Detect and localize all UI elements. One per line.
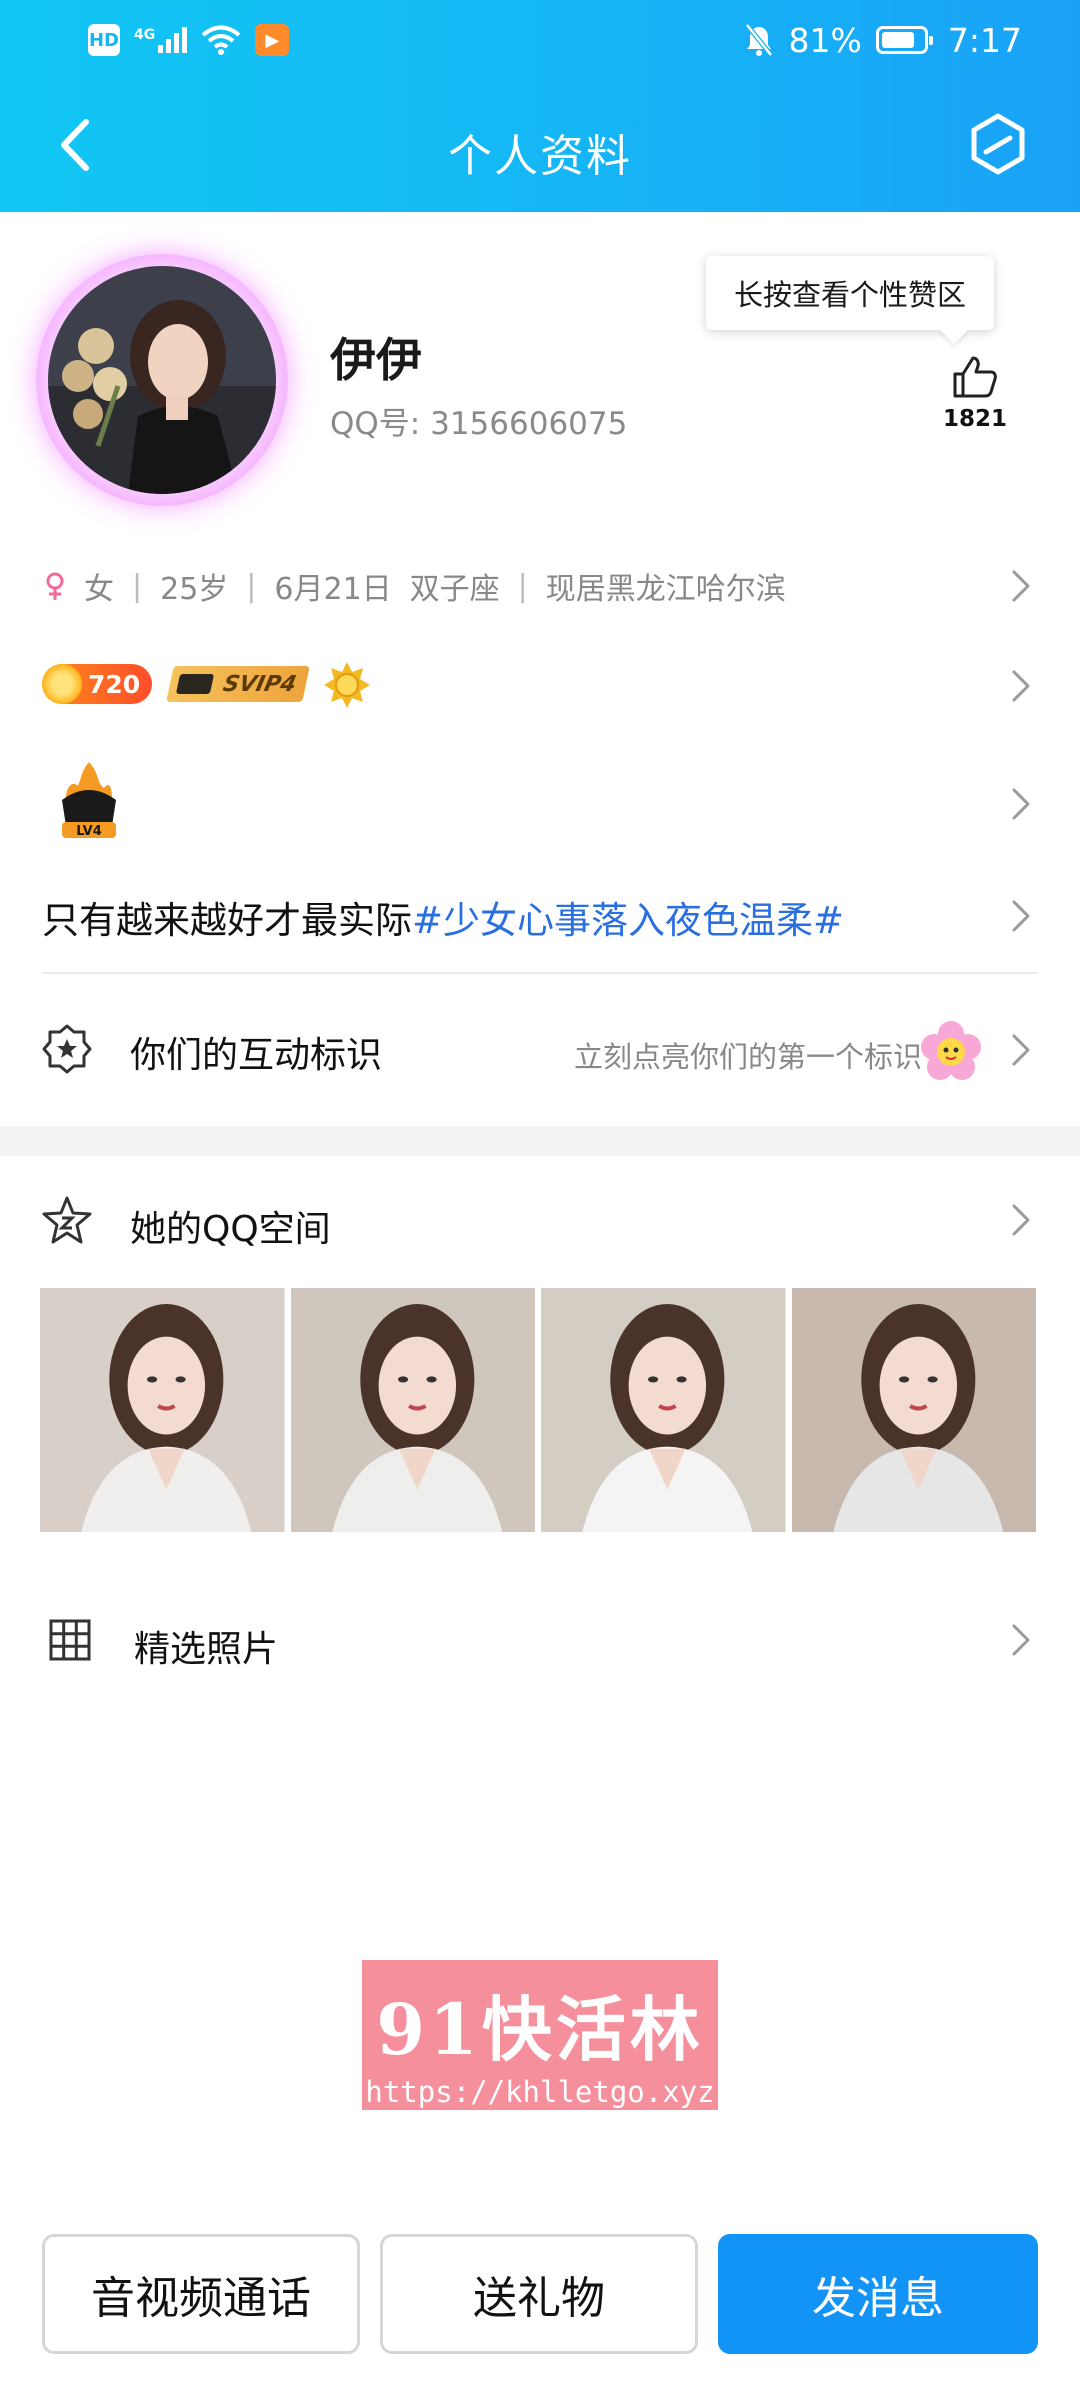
zodiac-text: 双子座 bbox=[409, 572, 500, 607]
send-message-button[interactable]: 发消息 bbox=[718, 2234, 1038, 2354]
female-gender-icon bbox=[46, 572, 64, 600]
svip-badge: SVIP4 bbox=[166, 666, 310, 702]
battery-fill bbox=[881, 32, 915, 48]
battery-icon bbox=[875, 26, 933, 54]
badges-row[interactable]: 720 SVIP4 bbox=[0, 650, 1080, 722]
qzone-photo-strip bbox=[40, 1288, 1036, 1532]
gender-text: 女 bbox=[84, 572, 114, 607]
battery-percent: 81% bbox=[788, 20, 862, 60]
wifi-icon bbox=[201, 25, 241, 55]
nav-bar: 个人资料 bbox=[0, 80, 1080, 212]
separator: | bbox=[517, 568, 528, 604]
location-text: 现居黑龙江哈尔滨 bbox=[545, 572, 786, 607]
basic-info-row[interactable]: 女 | 25岁 | 6月21日 双子座 | 现居黑龙江哈尔滨 bbox=[0, 556, 1080, 616]
header: HD 4G ▶ 81% 7:17 个人资料 bbox=[0, 0, 1080, 212]
nickname: 伊伊 bbox=[330, 333, 422, 387]
profile-card: 伊伊 QQ号: 3156606075 长按查看个性赞区 1821 bbox=[0, 212, 1080, 532]
status-left-icons: HD 4G ▶ bbox=[88, 18, 290, 62]
hexagon-edit-icon[interactable] bbox=[966, 112, 1030, 176]
section-gap bbox=[0, 1126, 1080, 1156]
signature: 只有越来越好才最实际#少女心事落入夜色温柔# bbox=[42, 890, 844, 944]
chevron-right-icon bbox=[1012, 1204, 1030, 1236]
bottom-action-bar: 音视频通话 送礼物 发消息 bbox=[0, 2234, 1080, 2358]
age-text: 25岁 bbox=[160, 572, 229, 607]
status-bar: HD 4G ▶ 81% 7:17 bbox=[0, 0, 1080, 80]
chevron-right-icon bbox=[1012, 788, 1030, 820]
sun-level-icon bbox=[324, 662, 370, 708]
play-app-icon: ▶ bbox=[255, 24, 290, 56]
interaction-label: 你们的互动标识 bbox=[130, 1035, 383, 1076]
watermark-url: https://khlletgo.xyz bbox=[365, 2075, 715, 2109]
birthday-text: 6月21日 bbox=[274, 572, 392, 607]
featured-label: 精选照片 bbox=[134, 1629, 279, 1670]
watermark: 91快活林 https://khlletgo.xyz bbox=[362, 1960, 718, 2110]
svip-crown-icon bbox=[175, 674, 215, 694]
send-gift-button[interactable]: 送礼物 bbox=[380, 2234, 698, 2354]
thumbs-up-icon bbox=[953, 356, 997, 398]
coin-level-text: 720 bbox=[88, 669, 141, 699]
basic-info: 女 | 25岁 | 6月21日 双子座 | 现居黑龙江哈尔滨 bbox=[44, 564, 786, 608]
signature-text: 只有越来越好才最实际 bbox=[42, 899, 412, 942]
chevron-right-icon bbox=[1012, 1034, 1030, 1066]
qzone-photo[interactable] bbox=[791, 1288, 1036, 1532]
page-title: 个人资料 bbox=[448, 131, 632, 182]
level-badge-icon: LV4 bbox=[62, 762, 116, 839]
coin-level-badge: 720 bbox=[42, 664, 152, 704]
separator: | bbox=[132, 568, 143, 604]
coin-icon bbox=[42, 664, 82, 704]
hd-icon: HD bbox=[88, 24, 120, 56]
avatar-frame[interactable] bbox=[36, 254, 288, 506]
grid-icon bbox=[49, 1619, 91, 1661]
mute-bell-icon bbox=[744, 23, 773, 57]
qzone-label: 她的QQ空间 bbox=[130, 1209, 331, 1250]
separator: | bbox=[246, 568, 257, 604]
qzone-row[interactable]: 她的QQ空间 bbox=[0, 1180, 1080, 1260]
watermark-title: 91快活林 bbox=[376, 1988, 704, 2071]
qzone-photo[interactable] bbox=[290, 1288, 535, 1532]
chevron-right-icon bbox=[1012, 670, 1030, 702]
like-count: 1821 bbox=[942, 406, 1007, 432]
likes-tooltip: 长按查看个性赞区 bbox=[706, 256, 994, 330]
signal-icon: 4G bbox=[134, 27, 188, 53]
interaction-badge-row[interactable]: 你们的互动标识 立刻点亮你们的第一个标识 bbox=[0, 980, 1080, 1120]
star-z-icon bbox=[42, 1196, 92, 1244]
status-right: 81% 7:17 bbox=[743, 16, 1022, 64]
qzone-photo[interactable] bbox=[40, 1288, 285, 1532]
like-button[interactable]: 1821 bbox=[934, 354, 1016, 450]
clock: 7:17 bbox=[947, 20, 1022, 60]
interaction-badge-icon bbox=[42, 1024, 92, 1074]
network-type-label: 4G bbox=[134, 27, 156, 43]
featured-photos-row[interactable]: 精选照片 bbox=[0, 1600, 1080, 1680]
level-label: LV4 bbox=[76, 824, 102, 839]
avatar[interactable] bbox=[48, 266, 276, 494]
flower-icon bbox=[921, 1021, 981, 1080]
video-call-button[interactable]: 音视频通话 bbox=[42, 2234, 360, 2354]
level-row[interactable]: LV4 bbox=[0, 760, 1080, 850]
signature-row[interactable]: 只有越来越好才最实际#少女心事落入夜色温柔# bbox=[0, 880, 1080, 950]
signature-topic-tag[interactable]: #少女心事落入夜色温柔# bbox=[412, 899, 844, 942]
qzone-photo[interactable] bbox=[541, 1288, 786, 1532]
svip-text: SVIP4 bbox=[220, 671, 299, 697]
interaction-hint: 立刻点亮你们的第一个标识 bbox=[573, 1040, 922, 1074]
chevron-right-icon bbox=[1012, 900, 1030, 932]
chevron-right-icon bbox=[1012, 570, 1030, 602]
chevron-right-icon bbox=[1012, 1624, 1030, 1656]
qq-number: QQ号: 3156606075 bbox=[330, 406, 628, 442]
divider bbox=[42, 972, 1038, 974]
